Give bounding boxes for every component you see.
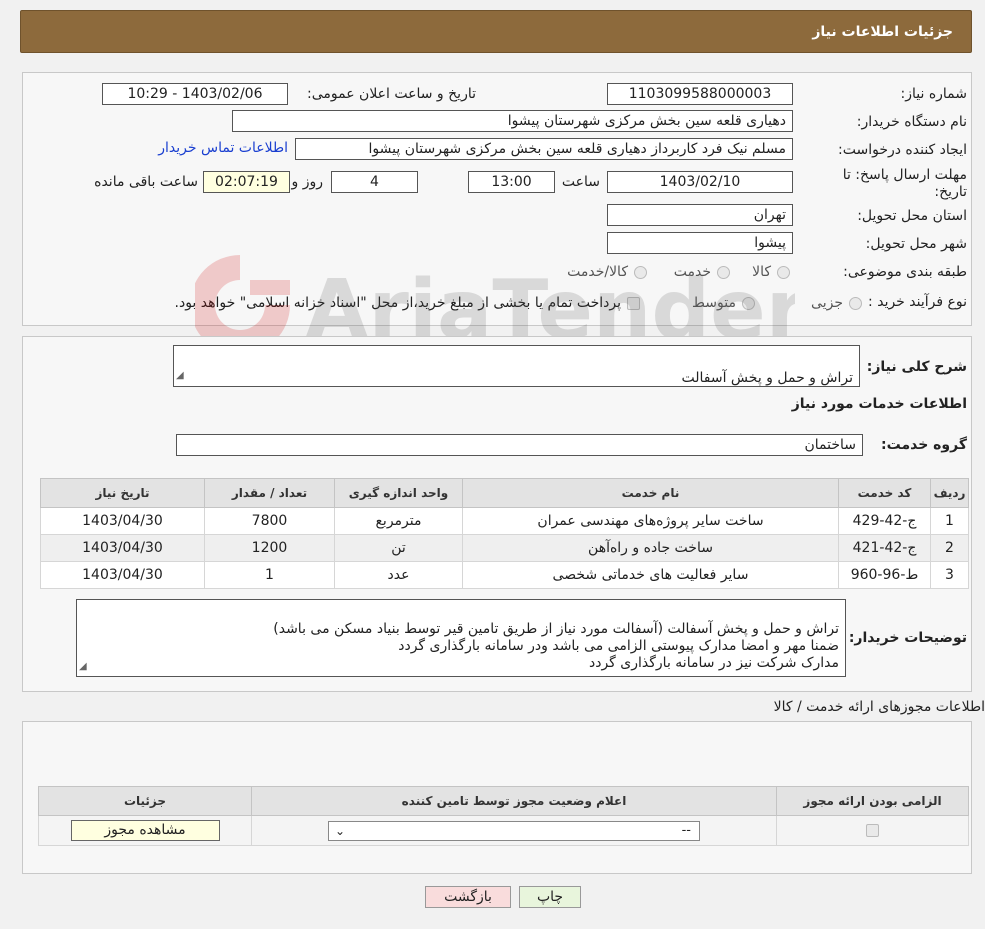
radio-icon bbox=[849, 296, 862, 310]
payment-treasury-checkbox[interactable]: پرداخت تمام یا بخشی از مبلغ خرید،از محل … bbox=[175, 295, 640, 311]
services-title: اطلاعات خدمات مورد نیاز bbox=[791, 396, 967, 412]
back-button[interactable]: بازگشت bbox=[425, 886, 511, 908]
radio-icon bbox=[777, 265, 790, 279]
view-permit-button[interactable]: مشاهده مجوز bbox=[70, 820, 220, 841]
permits-table: الزامی بودن ارائه مجوز اعلام وضعیت مجوز … bbox=[38, 786, 969, 846]
permit-required-checkbox[interactable] bbox=[866, 824, 879, 837]
city-field: پیشوا bbox=[607, 232, 793, 254]
table-row: 3 ط-96-960 سایر فعالیت های خدماتی شخصی ع… bbox=[40, 561, 969, 589]
permit-col-status: اعلام وضعیت مجوز توسط تامین کننده bbox=[251, 786, 777, 816]
table-row: 1 ج-42-429 ساخت سایر پروژه‌های مهندسی عم… bbox=[40, 507, 969, 535]
buyer-contact-link[interactable]: اطلاعات تماس خریدار bbox=[158, 140, 288, 156]
resize-grip-icon[interactable]: ◢ bbox=[176, 366, 184, 385]
col-header-name: نام خدمت bbox=[462, 478, 839, 508]
province-field: تهران bbox=[607, 204, 793, 226]
permits-title: اطلاعات مجوزهای ارائه خدمت / کالا bbox=[773, 699, 985, 715]
announce-label: تاریخ و ساعت اعلان عمومی: bbox=[307, 86, 476, 102]
deadline-date-field: 1403/02/10 bbox=[607, 171, 793, 193]
category-label: طبقه بندی موضوعی: bbox=[843, 264, 967, 280]
announce-field: 1403/02/06 - 10:29 bbox=[102, 83, 288, 105]
radio-icon bbox=[634, 265, 647, 279]
radio-icon bbox=[742, 296, 755, 310]
service-group-field: ساختمان bbox=[176, 434, 863, 456]
process-option-minor[interactable]: جزیی bbox=[811, 295, 862, 311]
city-label: شهر محل تحویل: bbox=[865, 236, 967, 252]
remaining-label: ساعت باقی مانده bbox=[94, 174, 198, 190]
process-label: نوع فرآیند خرید : bbox=[868, 294, 967, 310]
table-row: 2 ج-42-421 ساخت جاده و راه‌آهن تن 1200 1… bbox=[40, 534, 969, 562]
remaining-time-field: 02:07:19 bbox=[203, 171, 290, 193]
need-number-field: 1103099588000003 bbox=[607, 83, 793, 105]
table-row: ⌄ -- مشاهده مجوز bbox=[38, 815, 969, 846]
resize-grip-icon[interactable]: ◢ bbox=[79, 658, 87, 675]
category-option-service[interactable]: خدمت bbox=[674, 264, 730, 280]
radio-icon bbox=[717, 265, 730, 279]
creator-label: ایجاد کننده درخواست: bbox=[838, 142, 967, 158]
summary-label: شرح کلی نیاز: bbox=[866, 359, 967, 375]
print-button[interactable]: چاپ bbox=[519, 886, 581, 908]
page-title: جزئیات اطلاعات نیاز bbox=[812, 23, 953, 40]
col-header-code: کد خدمت bbox=[838, 478, 931, 508]
buyer-field: دهیاری قلعه سین بخش مرکزی شهرستان پیشوا bbox=[232, 110, 793, 132]
services-table: ردیف کد خدمت نام خدمت واحد اندازه گیری ت… bbox=[40, 478, 969, 589]
chevron-down-icon: ⌄ bbox=[335, 823, 346, 838]
col-header-date: تاریخ نیاز bbox=[40, 478, 205, 508]
page-header: جزئیات اطلاعات نیاز bbox=[20, 10, 972, 53]
buyer-notes-textarea[interactable]: تراش و حمل و پخش آسفالت (آسفالت مورد نیا… bbox=[76, 599, 846, 677]
col-header-quantity: تعداد / مقدار bbox=[204, 478, 335, 508]
deadline-time-field: 13:00 bbox=[468, 171, 555, 193]
permit-col-details: جزئیات bbox=[38, 786, 252, 816]
need-number-label: شماره نیاز: bbox=[900, 86, 968, 102]
days-label: روز و bbox=[291, 174, 324, 190]
buyer-notes-label: توضیحات خریدار: bbox=[848, 630, 967, 646]
buyer-label: نام دستگاه خریدار: bbox=[856, 114, 967, 130]
checkbox-icon bbox=[627, 296, 640, 310]
deadline-time-label: ساعت bbox=[561, 174, 600, 190]
col-header-row: ردیف bbox=[930, 478, 969, 508]
creator-field: مسلم نیک فرد کاربرداز دهیاری قلعه سین بخ… bbox=[295, 138, 793, 160]
permit-col-required: الزامی بودن ارائه مجوز bbox=[776, 786, 969, 816]
days-field: 4 bbox=[331, 171, 418, 193]
category-option-goods[interactable]: کالا bbox=[752, 264, 790, 280]
summary-textarea[interactable]: تراش و حمل و پخش آسفالت ◢ bbox=[173, 345, 860, 387]
service-group-label: گروه خدمت: bbox=[881, 437, 967, 453]
deadline-label: مهلت ارسال پاسخ: تا bbox=[842, 167, 967, 183]
province-label: استان محل تحویل: bbox=[857, 208, 967, 224]
col-header-unit: واحد اندازه گیری bbox=[334, 478, 463, 508]
deadline-label-date: تاریخ: bbox=[934, 184, 967, 200]
category-option-goods-service[interactable]: کالا/خدمت bbox=[567, 264, 647, 280]
process-option-medium[interactable]: متوسط bbox=[692, 295, 755, 311]
permit-status-select[interactable]: ⌄ -- bbox=[328, 820, 700, 841]
